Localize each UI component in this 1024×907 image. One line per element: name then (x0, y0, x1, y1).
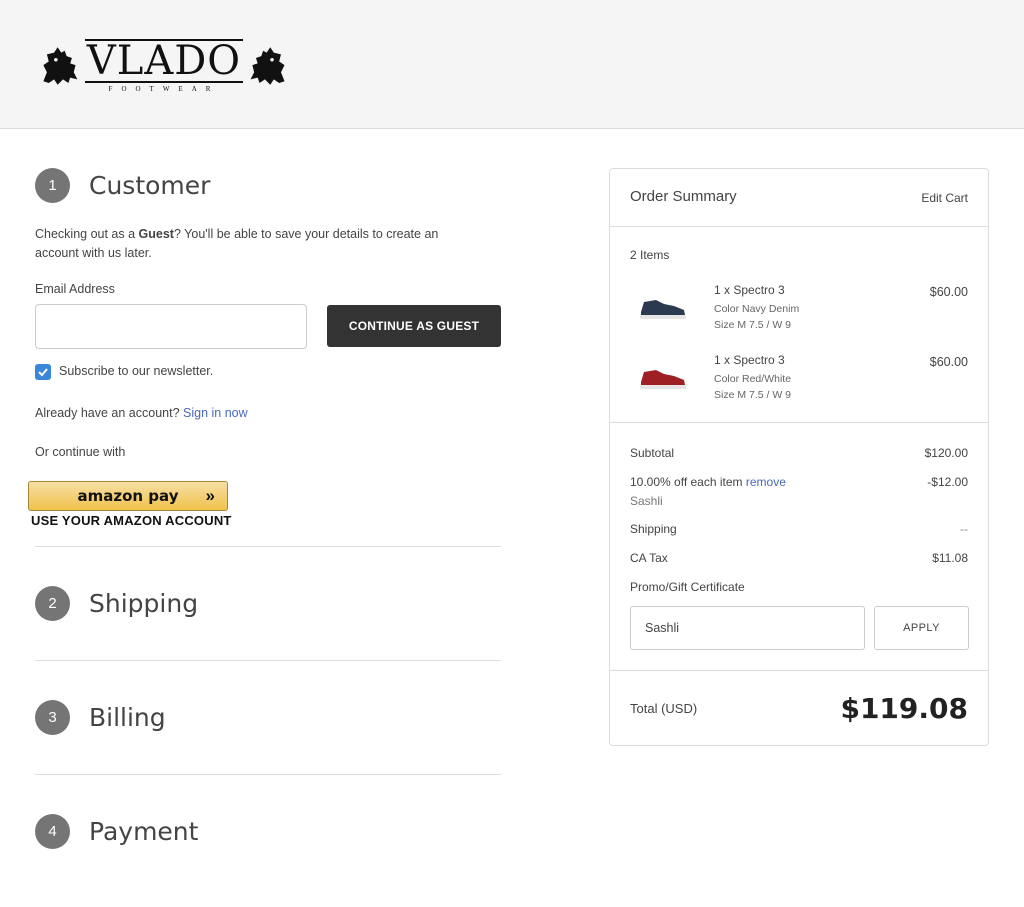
double-chevron-right-icon: » (205, 486, 215, 505)
email-field[interactable] (35, 304, 307, 349)
item-price: $60.00 (929, 285, 968, 299)
step-number: 4 (35, 814, 70, 849)
step-number: 3 (35, 700, 70, 735)
step-number: 1 (35, 168, 70, 203)
remove-discount-link[interactable]: remove (746, 475, 786, 489)
step-title: Payment (89, 817, 199, 846)
step-number: 2 (35, 586, 70, 621)
subtotal-label: Subtotal (630, 446, 675, 460)
site-header: VLADO FOOTWEAR (0, 0, 1024, 129)
lion-left-icon (43, 47, 78, 85)
promo-gift-certificate-link[interactable]: Promo/Gift Certificate (630, 580, 745, 594)
promo-code-input[interactable]: Sashli (630, 606, 865, 650)
item-color: Color Navy Denim (714, 303, 800, 315)
step-title: Billing (89, 703, 166, 732)
sign-in-link[interactable]: Sign in now (183, 406, 248, 420)
order-summary-panel: Order Summary Edit Cart 2 Items 1 x Spec… (609, 168, 989, 746)
amazon-pay-label: amazon pay (77, 487, 179, 505)
discount-label: 10.00% off each item remove (630, 475, 786, 489)
tax-label: CA Tax (630, 551, 668, 565)
continue-with-label: Or continue with (35, 445, 126, 459)
shoe-thumbnail-red (640, 370, 686, 389)
discount-code: Sashli (630, 494, 663, 508)
shipping-value: -- (960, 522, 968, 536)
step-title: Customer (89, 171, 211, 200)
item-size: Size M 7.5 / W 9 (714, 319, 792, 331)
guest-intro: Checking out as a Guest? You'll be able … (35, 227, 439, 260)
divider (35, 774, 501, 775)
item-price: $60.00 (929, 355, 968, 369)
step-shipping-header[interactable]: 2 Shipping (35, 586, 198, 621)
brand-name: VLADO (84, 38, 244, 84)
item-name: 1 x Spectro 3 (714, 283, 785, 297)
lion-right-icon (250, 47, 285, 85)
total-label: Total (USD) (630, 701, 698, 716)
email-label: Email Address (35, 282, 115, 296)
discount-value: -$12.00 (927, 475, 968, 489)
subtotal-value: $120.00 (924, 446, 968, 460)
step-payment-header[interactable]: 4 Payment (35, 814, 198, 849)
edit-cart-link[interactable]: Edit Cart (921, 191, 968, 205)
newsletter-label: Subscribe to our newsletter. (59, 364, 214, 378)
brand-wordmark: VLADO FOOTWEAR (84, 38, 244, 93)
total-value: $119.08 (840, 692, 968, 725)
divider (35, 660, 501, 661)
amazon-caption: USE YOUR AMAZON ACCOUNT (31, 513, 232, 528)
brand-subtitle: FOOTWEAR (108, 85, 220, 93)
order-summary-title: Order Summary (630, 188, 737, 205)
amazon-pay-button[interactable]: amazon pay » (28, 481, 228, 511)
divider (610, 422, 988, 423)
newsletter-checkbox[interactable] (35, 364, 51, 380)
continue-as-guest-button[interactable]: CONTINUE AS GUEST (327, 305, 501, 347)
shoe-thumbnail-navy (640, 300, 686, 319)
account-prompt: Already have an account? Sign in now (35, 406, 248, 420)
step-billing-header[interactable]: 3 Billing (35, 700, 166, 735)
item-name: 1 x Spectro 3 (714, 353, 785, 367)
item-color: Color Red/White (714, 373, 792, 385)
apply-button[interactable]: APPLY (874, 606, 969, 650)
step-customer-header: 1 Customer (35, 168, 210, 203)
item-count: 2 Items (630, 248, 670, 262)
vlado-logo[interactable]: VLADO FOOTWEAR (38, 38, 290, 93)
shipping-label: Shipping (630, 522, 677, 536)
divider (610, 226, 988, 227)
item-size: Size M 7.5 / W 9 (714, 389, 792, 401)
tax-value: $11.08 (932, 551, 968, 565)
divider (610, 670, 988, 671)
divider (35, 546, 501, 547)
step-title: Shipping (89, 589, 199, 618)
checkmark-icon (38, 368, 48, 377)
